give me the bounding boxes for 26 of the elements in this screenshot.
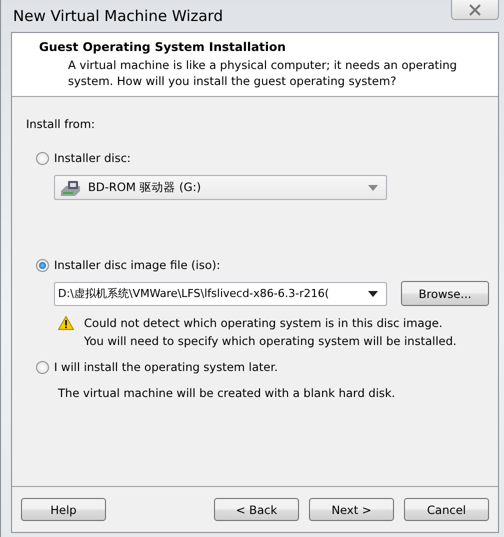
drive-dropdown[interactable]: BD-ROM 驱动器 (G:) [54,175,387,200]
wizard-button[interactable]: Cancel [404,498,489,521]
option-label[interactable]: I will install the operating system later. [54,360,278,374]
warning-text: You will need to specify which operating system will be installed. [84,333,457,350]
drive-icon [60,178,82,196]
iso-path-dropdown[interactable]: D:\虚拟机系统\VMWare\LFS\lfslivecd-x86-6.3-r216( [54,282,387,306]
page-heading: Guest Operating System Installation [39,40,287,54]
radio-button[interactable] [36,360,49,374]
close-icon [468,4,482,16]
install-from-label: Install from: [26,117,96,131]
wizard-button[interactable]: Next > [309,498,394,521]
option-note: The virtual machine will be created with a blank hard disk. [58,386,396,400]
warning-text: Could not detect which operating system is in this disc image. [84,315,444,332]
close-button[interactable] [451,0,499,20]
option-label[interactable]: Installer disc: [54,151,131,165]
caret-icon [368,184,378,190]
radio-button[interactable] [36,258,49,272]
radio-button[interactable] [36,152,49,164]
help-button[interactable]: Help [21,498,106,521]
caret-icon [368,290,378,296]
window-title: New Virtual Machine Wizard [12,7,223,25]
wizard-button[interactable]: < Back [214,498,299,521]
browse-button[interactable]: Browse... [401,281,489,306]
option-label[interactable]: Installer disc image file (iso): [54,258,220,272]
page-description: A virtual machine is like a physical computer; it needs an operating system. How will you install the guest operating system? [67,57,458,89]
warning-icon [58,316,74,330]
